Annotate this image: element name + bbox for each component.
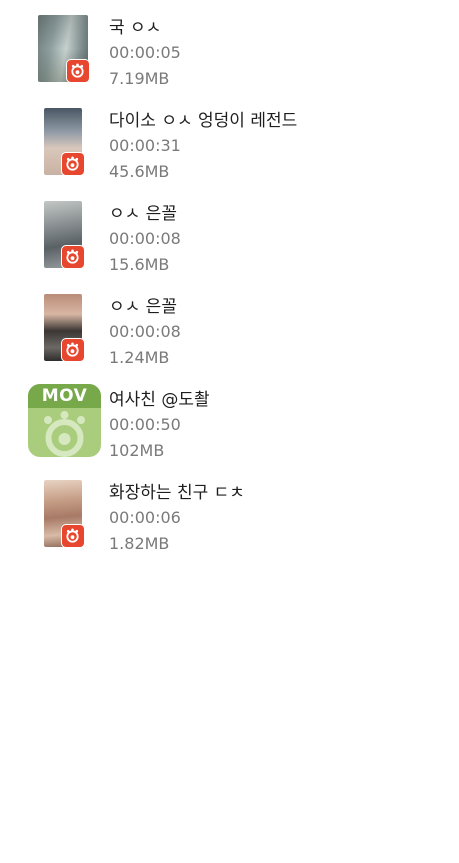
file-size: 45.6MB <box>109 162 170 181</box>
file-size: 1.82MB <box>109 534 170 553</box>
file-item[interactable]: MOV 여사친 @도촬 00:00:50 102MB <box>0 378 459 466</box>
file-duration: 00:00:08 <box>109 322 181 341</box>
file-item[interactable]: ㅇㅅ 은꼴 00:00:08 15.6MB <box>0 192 459 280</box>
file-item[interactable]: 다이소 ㅇㅅ 엉덩이 레전드 00:00:31 45.6MB <box>0 99 459 187</box>
file-title: 여사친 @도촬 <box>109 390 210 410</box>
file-size: 15.6MB <box>109 255 170 274</box>
file-title: ㅇㅅ 은꼴 <box>109 204 177 224</box>
gom-player-badge-icon <box>61 524 85 548</box>
gom-player-badge-icon <box>66 59 90 83</box>
file-size: 7.19MB <box>109 69 170 88</box>
file-item[interactable]: 화장하는 친구 ㄷㅊ 00:00:06 1.82MB <box>0 471 459 559</box>
file-duration: 00:00:06 <box>109 508 181 527</box>
file-title: ㅇㅅ 은꼴 <box>109 297 177 317</box>
file-item[interactable]: ㅇㅅ 은꼴 00:00:08 1.24MB <box>0 285 459 373</box>
file-title: 국 ㅇㅅ <box>109 18 162 38</box>
file-size: 102MB <box>109 441 165 460</box>
file-duration: 00:00:31 <box>109 136 181 155</box>
mov-file-icon[interactable]: MOV <box>28 384 101 457</box>
file-duration: 00:00:05 <box>109 43 181 62</box>
file-duration: 00:00:08 <box>109 229 181 248</box>
file-duration: 00:00:50 <box>109 415 181 434</box>
gom-player-badge-icon <box>61 152 85 176</box>
file-title: 다이소 ㅇㅅ 엉덩이 레전드 <box>109 111 298 131</box>
file-item[interactable]: 국 ㅇㅅ 00:00:05 7.19MB <box>0 6 459 94</box>
file-title: 화장하는 친구 ㄷㅊ <box>109 483 245 503</box>
gom-player-badge-icon <box>61 245 85 269</box>
file-size: 1.24MB <box>109 348 170 367</box>
gom-player-badge-icon <box>61 338 85 362</box>
file-type-label: MOV <box>41 386 88 406</box>
